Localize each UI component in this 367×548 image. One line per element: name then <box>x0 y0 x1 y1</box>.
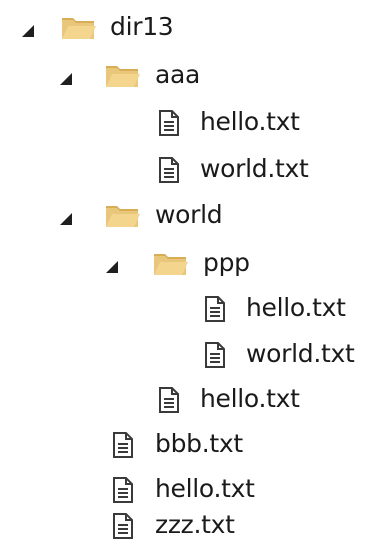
tree-node-label: world.txt <box>200 154 309 183</box>
tree-node-dir13[interactable]: dir13 <box>0 6 190 50</box>
folder-open-icon <box>60 13 98 45</box>
text-file-icon <box>112 513 134 543</box>
tree-node-file[interactable]: hello.txt <box>0 378 320 422</box>
tree-node-label: world.txt <box>246 339 355 368</box>
text-file-icon <box>112 477 134 507</box>
text-file-icon <box>158 110 180 140</box>
folder-open-icon <box>104 201 142 233</box>
tree-node-label: hello.txt <box>200 384 300 413</box>
tree-node-label: hello.txt <box>155 474 255 503</box>
tree-node-label: hello.txt <box>200 107 300 136</box>
tree-node-file[interactable]: world.txt <box>0 333 367 377</box>
tree-node-label: aaa <box>155 60 201 89</box>
tree-node-label: dir13 <box>110 12 174 41</box>
file-tree: dir13 aaa hello.txt world.txt world ppp … <box>0 0 367 548</box>
text-file-icon <box>112 432 134 462</box>
tree-node-file[interactable]: zzz.txt <box>0 504 260 548</box>
expand-arrow-icon[interactable] <box>22 25 34 37</box>
expand-arrow-icon[interactable] <box>60 213 72 225</box>
tree-node-label: hello.txt <box>246 293 346 322</box>
tree-node-file[interactable]: hello.txt <box>0 101 320 145</box>
text-file-icon <box>158 387 180 417</box>
text-file-icon <box>204 342 226 372</box>
tree-node-label: ppp <box>203 248 250 277</box>
tree-node-label: world <box>155 200 223 229</box>
tree-node-aaa[interactable]: aaa <box>0 54 230 98</box>
tree-node-label: zzz.txt <box>155 510 235 539</box>
tree-node-ppp[interactable]: ppp <box>0 242 270 286</box>
expand-arrow-icon[interactable] <box>60 73 72 85</box>
tree-node-file[interactable]: world.txt <box>0 148 330 192</box>
tree-node-world[interactable]: world <box>0 194 250 238</box>
text-file-icon <box>158 157 180 187</box>
tree-node-file[interactable]: hello.txt <box>0 287 360 331</box>
folder-open-icon <box>152 249 190 281</box>
expand-arrow-icon[interactable] <box>106 261 118 273</box>
folder-open-icon <box>104 61 142 93</box>
text-file-icon <box>204 296 226 326</box>
tree-node-label: bbb.txt <box>155 429 243 458</box>
tree-node-file[interactable]: bbb.txt <box>0 423 270 467</box>
